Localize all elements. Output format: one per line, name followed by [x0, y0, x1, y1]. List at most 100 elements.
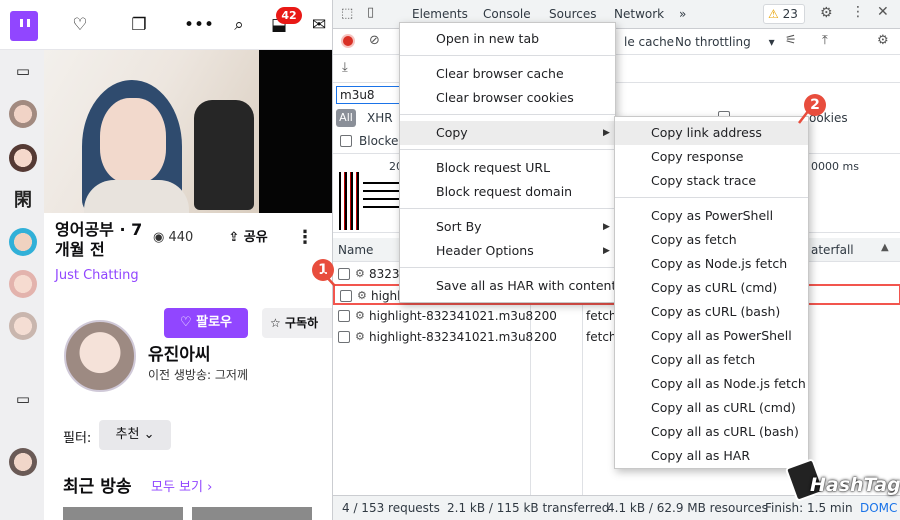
share-icon: ⇪ — [228, 230, 240, 245]
settings-gear-icon[interactable]: ⚙ — [820, 5, 833, 21]
column-header-name[interactable]: Name — [338, 243, 373, 257]
menu-item-copy-powershell[interactable]: Copy as PowerShell — [615, 204, 808, 228]
menu-item-copy-all-curl-bash[interactable]: Copy all as cURL (bash) — [615, 420, 808, 444]
warnings-badge[interactable]: ⚠ 23 — [763, 4, 805, 24]
channel-avatar-large[interactable] — [64, 320, 136, 392]
import-har-icon[interactable]: ⤒ — [822, 33, 828, 48]
menu-item-open-new-tab[interactable]: Open in new tab — [400, 27, 615, 51]
hashtag-watermark: HashTag — [784, 457, 900, 512]
menu-item-clear-cache[interactable]: Clear browser cache — [400, 62, 615, 86]
request-icon: ⚙ — [355, 267, 365, 280]
menu-item-copy-node-fetch[interactable]: Copy as Node.js fetch — [615, 252, 808, 276]
menu-item-copy-all-curl-cmd[interactable]: Copy all as cURL (cmd) — [615, 396, 808, 420]
menu-item-copy-stack-trace[interactable]: Copy stack trace — [615, 169, 808, 193]
submenu-arrow-icon: ▶ — [603, 222, 610, 232]
request-icon: ⚙ — [357, 289, 367, 302]
twitch-panel: ♡ ❐ ••• ⌕ ⬓ 42 ✉ ▭ 閑 ▭ 영어공부 · 7개월 전 ◉ 44… — [0, 0, 332, 520]
warning-icon: ⚠ — [768, 7, 779, 21]
menu-item-save-har[interactable]: Save all as HAR with content — [400, 274, 616, 298]
see-all-link[interactable]: 모두 보기 › — [151, 476, 212, 495]
mail-icon[interactable]: ✉ — [308, 14, 330, 36]
channel-avatar[interactable] — [9, 144, 37, 172]
column-header-waterfall[interactable]: aterfall — [811, 243, 854, 257]
more-tabs-icon[interactable]: » — [679, 7, 686, 21]
network-settings-icon[interactable]: ⚙ — [877, 33, 889, 48]
menu-item-copy-all-har[interactable]: Copy all as HAR — [615, 444, 808, 468]
menu-item-clear-cookies[interactable]: Clear browser cookies — [400, 86, 615, 110]
channel-avatar[interactable] — [9, 312, 37, 340]
stream-title: 영어공부 · 7개월 전 — [55, 220, 143, 259]
resources-size: 4.1 kB / 62.9 MB resources — [607, 501, 768, 515]
submenu-arrow-icon: ▶ — [603, 246, 610, 256]
throttling-select[interactable]: No throttling ▾ — [675, 35, 775, 49]
transferred-size: 2.1 kB / 115 kB transferred — [447, 501, 610, 515]
last-stream-text: 이전 생방송: 그저께 — [148, 368, 248, 382]
menu-item-sort-by[interactable]: Sort By ▶ — [400, 215, 615, 239]
tab-sources[interactable]: Sources — [549, 7, 596, 21]
video-thumbnail[interactable] — [44, 50, 332, 213]
more-options-icon[interactable]: ⋮ — [296, 226, 314, 250]
channel-avatar[interactable] — [9, 270, 37, 298]
clear-icon[interactable]: ⊘ — [369, 33, 380, 48]
video-camera-icon[interactable]: ▭ — [13, 62, 33, 80]
type-filter-all[interactable]: All — [336, 109, 356, 127]
chevron-right-icon: › — [207, 480, 213, 495]
record-icon[interactable] — [341, 34, 355, 48]
search-icon[interactable]: ⌕ — [228, 14, 250, 36]
row-checkbox[interactable] — [340, 290, 352, 302]
video-thumbnail[interactable] — [63, 507, 183, 520]
kebab-menu-icon[interactable]: ⋮ — [851, 4, 865, 20]
eye-icon: ◉ — [153, 230, 165, 245]
tab-elements[interactable]: Elements — [412, 7, 468, 21]
blocked-checkbox[interactable] — [340, 135, 352, 147]
close-icon[interactable]: ✕ — [877, 4, 889, 20]
menu-item-copy-curl-bash[interactable]: Copy as cURL (bash) — [615, 300, 808, 324]
tab-console[interactable]: Console — [483, 7, 531, 21]
menu-item-copy-all-powershell[interactable]: Copy all as PowerShell — [615, 324, 808, 348]
device-toggle-icon[interactable]: ▯ — [367, 5, 374, 20]
star-icon: ☆ — [270, 316, 281, 330]
copy-icon[interactable]: ❐ — [128, 14, 150, 36]
menu-item-copy-curl-cmd[interactable]: Copy as cURL (cmd) — [615, 276, 808, 300]
filter-label: 필터: — [63, 431, 92, 446]
follow-button[interactable]: ♡ 팔로우 — [164, 308, 248, 338]
subscribe-button[interactable]: ☆ 구독하 — [262, 308, 332, 338]
channel-avatar[interactable] — [9, 448, 37, 476]
menu-item-copy-fetch[interactable]: Copy as fetch — [615, 228, 808, 252]
network-conditions-icon[interactable]: ⚟ — [785, 33, 797, 48]
menu-item-block-url[interactable]: Block request URL — [400, 156, 615, 180]
menu-item-copy-link[interactable]: Copy link address — [615, 121, 808, 145]
disable-cache-label[interactable]: le cache — [624, 35, 674, 49]
menu-item-copy[interactable]: Copy ▶ — [400, 121, 615, 145]
more-icon[interactable]: ••• — [184, 14, 214, 36]
type-filter-xhr[interactable]: XHR — [367, 111, 393, 125]
twitch-logo-icon[interactable] — [10, 11, 38, 41]
channel-avatar-glyph[interactable]: 閑 — [13, 186, 33, 211]
video-thumbnail[interactable] — [192, 507, 312, 520]
menu-item-header-options[interactable]: Header Options ▶ — [400, 239, 615, 263]
menu-item-block-domain[interactable]: Block request domain — [400, 180, 615, 204]
channel-avatar[interactable] — [9, 100, 37, 128]
followed-channels-rail: ▭ 閑 ▭ — [0, 50, 44, 520]
recent-broadcasts-title: 최근 방송 — [63, 477, 132, 497]
sort-ascending-icon[interactable]: ▲ — [881, 242, 889, 253]
category-link[interactable]: Just Chatting — [55, 268, 139, 283]
share-button[interactable]: ⇪ 공유 — [212, 224, 284, 252]
requests-count: 4 / 153 requests — [342, 501, 440, 515]
menu-item-copy-all-fetch[interactable]: Copy all as fetch — [615, 348, 808, 372]
timeline-tick: 0000 ms — [811, 160, 859, 173]
callout-arrow-1 — [322, 272, 336, 287]
menu-item-copy-response[interactable]: Copy response — [615, 145, 808, 169]
heart-icon[interactable]: ♡ — [69, 14, 91, 36]
tab-network[interactable]: Network — [614, 7, 664, 21]
network-filter-input[interactable]: m3u8 — [336, 86, 406, 104]
menu-item-copy-all-node-fetch[interactable]: Copy all as Node.js fetch — [615, 372, 808, 396]
request-icon: ⚙ — [355, 309, 365, 322]
filter-dropdown[interactable]: 추천 ⌄ — [99, 420, 171, 450]
video-camera-icon[interactable]: ▭ — [13, 390, 33, 408]
row-checkbox[interactable] — [338, 331, 350, 343]
row-checkbox[interactable] — [338, 310, 350, 322]
channel-avatar[interactable] — [9, 228, 37, 256]
export-har-icon[interactable]: ⤓ — [342, 60, 348, 75]
inspect-icon[interactable]: ⬚ — [341, 6, 353, 21]
